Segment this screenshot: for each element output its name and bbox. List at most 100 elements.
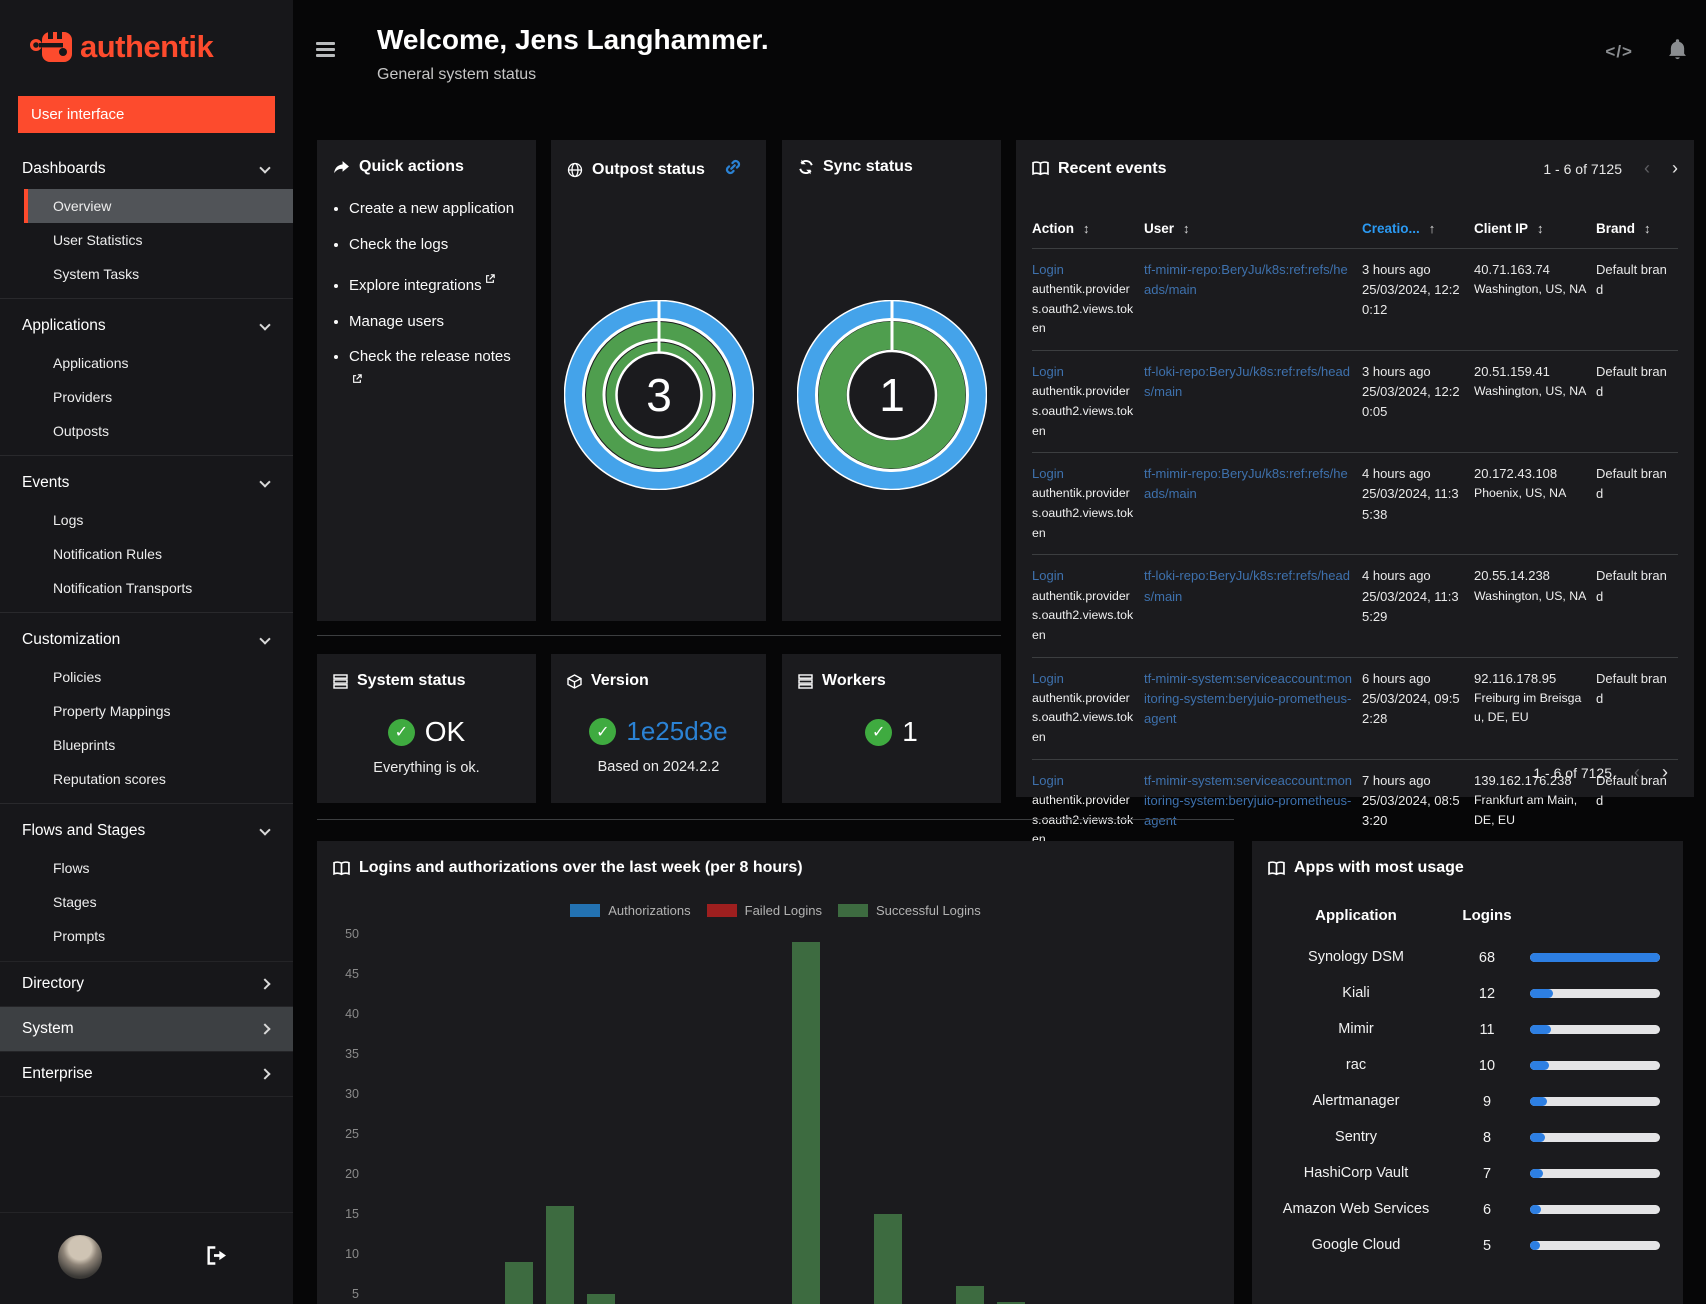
divider [0, 298, 293, 299]
app-login-count: 12 [1478, 985, 1496, 1002]
legend-item-failed-logins: Failed Logins [706, 903, 822, 918]
app-login-count: 5 [1482, 1237, 1492, 1254]
sidebar-footer [0, 1212, 293, 1304]
event-action-link[interactable]: Login [1032, 262, 1064, 277]
version-value-link[interactable]: 1e25d3e [626, 716, 727, 747]
version-card: Version ✓ 1e25d3e Based on 2024.2.2 [551, 654, 766, 803]
sidebar-item-outposts[interactable]: Outposts [0, 414, 293, 448]
book-icon [1032, 161, 1049, 176]
app-login-count: 10 [1478, 1057, 1496, 1074]
app-name: HashiCorp Vault [1303, 1165, 1409, 1182]
outpost-status-donut: 3 [563, 299, 754, 495]
event-action-link[interactable]: Login [1032, 773, 1064, 788]
sidebar-item-prompts[interactable]: Prompts [0, 919, 293, 953]
sidebar-item-property-mappings[interactable]: Property Mappings [0, 694, 293, 728]
event-action-link[interactable]: Login [1032, 364, 1064, 379]
nav-section-system[interactable]: System [0, 1006, 293, 1051]
sidebar-item-reputation-scores[interactable]: Reputation scores [0, 762, 293, 796]
event-user-link[interactable]: tf-mimir-repo:BeryJu/k8s:ref:refs/heads/… [1144, 262, 1348, 297]
table-row: Login authentik.providers.oauth2.views.to… [1032, 248, 1678, 352]
sidebar-nav: Dashboards Overview User Statistics Syst… [0, 149, 293, 1212]
pagination-next-icon[interactable]: › [1662, 762, 1668, 783]
event-user-link[interactable]: tf-mimir-system:serviceaccount:monitorin… [1144, 671, 1352, 726]
apps-col-logins: Logins [1462, 907, 1512, 924]
col-action[interactable]: Action ↕ [1032, 213, 1144, 249]
app-login-count: 9 [1482, 1093, 1492, 1110]
sidebar-item-flows[interactable]: Flows [0, 851, 293, 885]
divider [0, 455, 293, 456]
nav-section-events[interactable]: Events [0, 463, 293, 503]
user-interface-button[interactable]: User interface [18, 96, 275, 133]
event-user-link[interactable]: tf-loki-repo:BeryJu/k8s:ref:refs/heads/m… [1144, 364, 1350, 399]
main-content: Welcome, Jens Langhammer. General system… [293, 0, 1706, 1304]
app-usage-bar [1530, 1241, 1660, 1251]
nav-section-directory[interactable]: Directory [0, 961, 293, 1006]
sidebar-item-notification-transports[interactable]: Notification Transports [0, 571, 293, 605]
sidebar-item-applications[interactable]: Applications [0, 346, 293, 380]
check-circle-icon: ✓ [589, 718, 617, 745]
apps-col-application: Application [1315, 907, 1397, 924]
check-circle-icon: ✓ [387, 718, 415, 746]
sidebar-item-overview[interactable]: Overview [24, 189, 293, 223]
col-creation[interactable]: Creatio... ↑ [1362, 213, 1474, 249]
page-subtitle: General system status [377, 66, 537, 83]
pagination-prev-icon[interactable]: ‹ [1644, 158, 1650, 179]
col-client-ip[interactable]: Client IP ↕ [1474, 213, 1596, 249]
sidebar-item-stages[interactable]: Stages [0, 885, 293, 919]
nav-section-enterprise[interactable]: Enterprise [0, 1051, 293, 1097]
app-name: Kiali [1342, 985, 1370, 1002]
sidebar-item-system-tasks[interactable]: System Tasks [0, 257, 293, 291]
qa-check-logs[interactable]: Check the logs [349, 234, 520, 257]
server-icon [333, 673, 348, 689]
api-code-icon[interactable]: </> [1605, 42, 1633, 62]
divider [317, 819, 1234, 820]
col-brand[interactable]: Brand ↕ [1596, 213, 1678, 249]
y-axis-tick: 5 [352, 1287, 359, 1301]
nav-section-customization[interactable]: Customization [0, 620, 293, 660]
event-user-link[interactable]: tf-mimir-repo:BeryJu/k8s:ref:refs/heads/… [1144, 466, 1348, 501]
app-name: Sentry [1335, 1129, 1377, 1146]
sidebar-item-blueprints[interactable]: Blueprints [0, 728, 293, 762]
pagination-label: 1 - 6 of 7125 [1543, 160, 1622, 177]
sidebar-item-logs[interactable]: Logs [0, 503, 293, 537]
event-action-link[interactable]: Login [1032, 466, 1064, 481]
hamburger-menu-icon[interactable] [316, 42, 335, 60]
nav-section-flows-and-stages[interactable]: Flows and Stages [0, 811, 293, 851]
qa-create-application[interactable]: Create a new application [349, 198, 520, 221]
outpost-link-icon[interactable] [724, 158, 742, 181]
chart-bar [874, 1214, 902, 1304]
quick-actions-list: Create a new application Check the logs … [349, 198, 520, 397]
apps-usage-title: Apps with most usage [1294, 859, 1464, 876]
col-user[interactable]: User ↕ [1144, 213, 1362, 249]
header-icons: </> [1605, 38, 1688, 66]
app-usage-bar [1530, 989, 1660, 999]
notifications-bell-icon[interactable] [1667, 38, 1688, 66]
sidebar-item-providers[interactable]: Providers [0, 380, 293, 414]
sort-icon: ↕ [1537, 221, 1544, 236]
event-user-link[interactable]: tf-loki-repo:BeryJu/k8s:ref:refs/heads/m… [1144, 568, 1350, 603]
event-action-link[interactable]: Login [1032, 671, 1064, 686]
chart-legend: Authorizations Failed Logins Successful … [317, 903, 1234, 918]
sidebar-item-policies[interactable]: Policies [0, 660, 293, 694]
user-avatar[interactable] [58, 1235, 102, 1279]
sidebar-item-notification-rules[interactable]: Notification Rules [0, 537, 293, 571]
legend-swatch [570, 904, 601, 917]
nav-section-applications[interactable]: Applications [0, 306, 293, 346]
y-axis-tick: 30 [345, 1087, 359, 1101]
legend-swatch [837, 904, 868, 917]
qa-explore-integrations[interactable]: Explore integrations [349, 269, 520, 298]
pagination-label: 1 - 6 of 7125 [1533, 764, 1612, 781]
qa-manage-users[interactable]: Manage users [349, 311, 520, 334]
qa-release-notes[interactable]: Check the release notes [349, 346, 520, 397]
nav-section-dashboards[interactable]: Dashboards [0, 149, 293, 189]
app-usage-bar [1530, 1061, 1660, 1071]
sidebar-item-user-statistics[interactable]: User Statistics [0, 223, 293, 257]
chevron-down-icon [259, 318, 271, 331]
pagination-next-icon[interactable]: › [1672, 158, 1678, 179]
sign-out-icon[interactable] [206, 1246, 230, 1270]
pagination-prev-icon[interactable]: ‹ [1634, 762, 1640, 783]
sync-status-donut: 1 [796, 299, 987, 495]
sync-refresh-icon [799, 159, 813, 175]
event-action-link[interactable]: Login [1032, 568, 1064, 583]
chevron-right-icon [259, 1068, 271, 1080]
